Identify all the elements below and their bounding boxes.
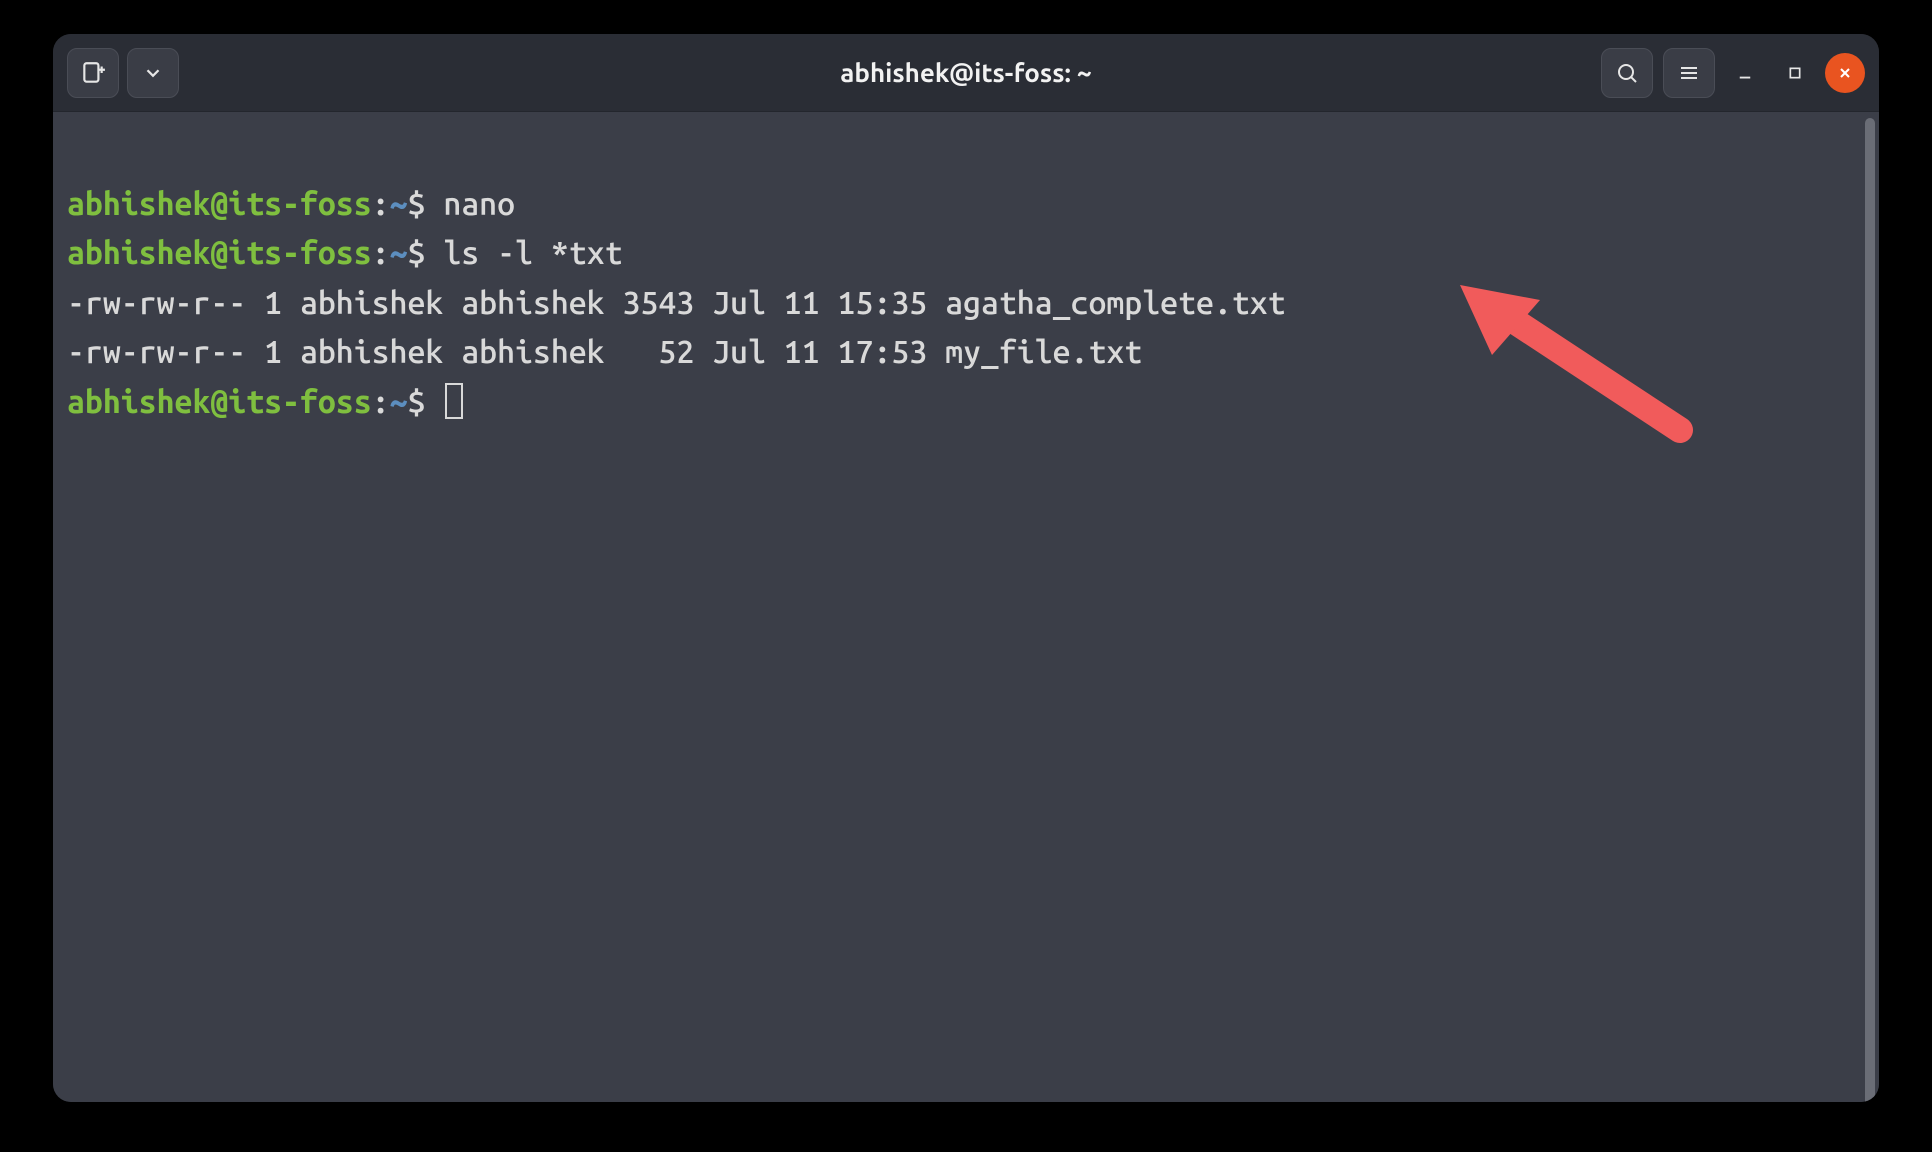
new-tab-button[interactable] [67, 48, 119, 98]
minimize-button[interactable] [1725, 53, 1765, 93]
close-button[interactable] [1825, 53, 1865, 93]
prompt-symbol: $ [408, 235, 426, 271]
prompt-symbol: $ [408, 384, 426, 420]
prompt-path: ~ [390, 186, 408, 222]
terminal-content[interactable]: abhishek@its-foss:~$ nano abhishek@its-f… [53, 112, 1861, 1102]
maximize-button[interactable] [1775, 53, 1815, 93]
ls-output-row-1: -rw-rw-r-- 1 abhishek abhishek 3543 Jul … [67, 285, 1286, 321]
ls-output-row-2: -rw-rw-r-- 1 abhishek abhishek 52 Jul 11… [67, 334, 1142, 370]
prompt-separator: : [372, 384, 390, 420]
prompt-user-host: abhishek@its-foss [67, 186, 372, 222]
prompt-path: ~ [390, 235, 408, 271]
hamburger-menu-button[interactable] [1663, 48, 1715, 98]
scrollbar[interactable] [1861, 112, 1879, 1102]
prompt-line-2: abhishek@its-foss:~$ ls -l *txt [67, 235, 623, 271]
terminal-window: abhishek@its-foss: ~ [53, 34, 1879, 1102]
scrollbar-thumb[interactable] [1865, 118, 1875, 1102]
prompt-user-host: abhishek@its-foss [67, 235, 372, 271]
prompt-line-1: abhishek@its-foss:~$ nano [67, 186, 515, 222]
terminal-area[interactable]: abhishek@its-foss:~$ nano abhishek@its-f… [53, 112, 1879, 1102]
tab-menu-button[interactable] [127, 48, 179, 98]
prompt-separator: : [372, 235, 390, 271]
titlebar: abhishek@its-foss: ~ [53, 34, 1879, 112]
cursor-icon [445, 383, 463, 419]
prompt-line-3: abhishek@its-foss:~$ [67, 384, 463, 420]
prompt-path: ~ [390, 384, 408, 420]
prompt-symbol: $ [408, 186, 426, 222]
command-1: nano [443, 186, 515, 222]
prompt-separator: : [372, 186, 390, 222]
prompt-user-host: abhishek@its-foss [67, 384, 372, 420]
search-button[interactable] [1601, 48, 1653, 98]
command-2: ls -l *txt [443, 235, 622, 271]
